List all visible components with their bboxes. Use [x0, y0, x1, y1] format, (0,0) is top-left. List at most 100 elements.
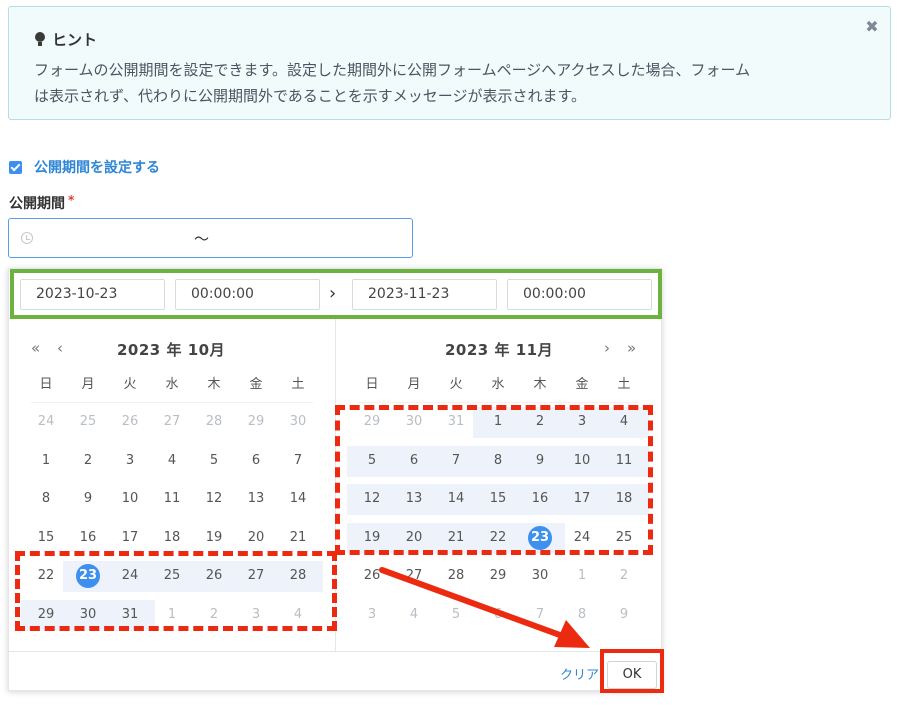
right-day-cell[interactable]: 2	[519, 411, 561, 433]
left-day-cell[interactable]: 9	[67, 488, 109, 510]
right-day-cell[interactable]: 28	[435, 565, 477, 587]
right-day-cell[interactable]: 11	[603, 450, 645, 472]
right-day-cell[interactable]: 1	[477, 411, 519, 433]
end-date-input[interactable]: 2023-11-23	[352, 279, 497, 310]
ok-button[interactable]: OK	[607, 661, 657, 689]
next-month-button[interactable]: ›	[604, 339, 610, 357]
right-day-cell[interactable]: 10	[561, 450, 603, 472]
right-day-cell[interactable]: 6	[393, 450, 435, 472]
next-year-button[interactable]: »	[627, 339, 636, 357]
right-day-cell[interactable]: 7	[519, 604, 561, 626]
left-day-cell[interactable]: 29	[235, 411, 277, 433]
right-day-cell[interactable]: 14	[435, 488, 477, 510]
right-day-cell[interactable]: 29	[477, 565, 519, 587]
right-day-cell[interactable]: 3	[351, 604, 393, 626]
prev-month-button[interactable]: ‹	[57, 339, 63, 357]
left-day-cell[interactable]: 15	[25, 527, 67, 549]
date-range-input[interactable]: 〜	[8, 218, 413, 258]
right-day-cell[interactable]: 24	[561, 527, 603, 549]
right-day-cell[interactable]: 9	[603, 604, 645, 626]
hint-line-1: フォームの公開期間を設定できます。設定した期間外に公開フォームページへアクセスし…	[34, 61, 751, 79]
public-period-checkbox-row[interactable]: 公開期間を設定する	[9, 157, 160, 177]
left-day-cell[interactable]: 28	[277, 565, 319, 587]
left-day-cell[interactable]: 18	[151, 527, 193, 549]
left-day-cell[interactable]: 1	[151, 604, 193, 626]
left-day-cell[interactable]: 22	[25, 565, 67, 587]
right-day-cell[interactable]: 26	[351, 565, 393, 587]
left-day-cell[interactable]: 24	[25, 411, 67, 433]
left-day-cell[interactable]: 19	[193, 527, 235, 549]
left-day-cell[interactable]: 4	[277, 604, 319, 626]
right-day-cell[interactable]: 5	[351, 450, 393, 472]
left-day-cell[interactable]: 26	[193, 565, 235, 587]
right-day-cell[interactable]: 20	[393, 527, 435, 549]
right-day-cell[interactable]: 29	[351, 411, 393, 433]
right-day-cell[interactable]: 1	[561, 565, 603, 587]
right-day-cell[interactable]: 16	[519, 488, 561, 510]
right-day-cell[interactable]: 5	[435, 604, 477, 626]
left-day-cell[interactable]: 25	[67, 411, 109, 433]
left-day-cell[interactable]: 12	[193, 488, 235, 510]
left-day-cell[interactable]: 11	[151, 488, 193, 510]
right-day-cell[interactable]: 12	[351, 488, 393, 510]
start-time-input[interactable]: 00:00:00	[175, 279, 320, 310]
left-day-cell[interactable]: 17	[109, 527, 151, 549]
left-day-cell[interactable]: 30	[67, 604, 109, 626]
left-day-cell[interactable]: 5	[193, 450, 235, 472]
checkbox-label[interactable]: 公開期間を設定する	[34, 157, 160, 177]
right-day-cell[interactable]: 4	[603, 411, 645, 433]
left-day-cell[interactable]: 23	[67, 565, 109, 587]
left-day-cell[interactable]: 2	[67, 450, 109, 472]
right-day-cell[interactable]: 30	[519, 565, 561, 587]
right-day-cell[interactable]: 27	[393, 565, 435, 587]
right-day-cell[interactable]: 23	[519, 527, 561, 549]
right-day-cell[interactable]: 30	[393, 411, 435, 433]
right-day-cell[interactable]: 21	[435, 527, 477, 549]
right-day-cell[interactable]: 6	[477, 604, 519, 626]
left-day-cell[interactable]: 28	[193, 411, 235, 433]
right-day-cell[interactable]: 15	[477, 488, 519, 510]
left-day-cell[interactable]: 30	[277, 411, 319, 433]
left-day-cell[interactable]: 16	[67, 527, 109, 549]
left-day-cell[interactable]: 13	[235, 488, 277, 510]
right-day-cell[interactable]: 9	[519, 450, 561, 472]
left-day-cell[interactable]: 14	[277, 488, 319, 510]
right-day-cell[interactable]: 25	[603, 527, 645, 549]
left-day-cell[interactable]: 31	[109, 604, 151, 626]
right-day-cell[interactable]: 22	[477, 527, 519, 549]
left-day-cell[interactable]: 1	[25, 450, 67, 472]
public-period-checkbox[interactable]	[9, 160, 22, 174]
start-date-input[interactable]: 2023-10-23	[20, 279, 165, 310]
close-icon[interactable]: ✖	[864, 19, 880, 35]
right-day-cell[interactable]: 8	[477, 450, 519, 472]
left-day-cell[interactable]: 4	[151, 450, 193, 472]
left-day-cell[interactable]: 21	[277, 527, 319, 549]
clear-button[interactable]: クリア	[560, 664, 599, 683]
left-day-cell[interactable]: 26	[109, 411, 151, 433]
right-day-cell[interactable]: 4	[393, 604, 435, 626]
left-day-cell[interactable]: 2	[193, 604, 235, 626]
right-day-cell[interactable]: 18	[603, 488, 645, 510]
right-day-cell[interactable]: 7	[435, 450, 477, 472]
left-day-cell[interactable]: 20	[235, 527, 277, 549]
right-day-cell[interactable]: 8	[561, 604, 603, 626]
left-day-cell[interactable]: 27	[235, 565, 277, 587]
left-day-cell[interactable]: 27	[151, 411, 193, 433]
left-day-cell[interactable]: 25	[151, 565, 193, 587]
left-day-cell[interactable]: 6	[235, 450, 277, 472]
prev-year-button[interactable]: «	[31, 339, 40, 357]
left-day-cell[interactable]: 8	[25, 488, 67, 510]
end-time-input[interactable]: 00:00:00	[507, 279, 652, 310]
left-day-cell[interactable]: 7	[277, 450, 319, 472]
left-day-cell[interactable]: 3	[235, 604, 277, 626]
right-day-cell[interactable]: 19	[351, 527, 393, 549]
right-day-cell[interactable]: 3	[561, 411, 603, 433]
right-day-cell[interactable]: 2	[603, 565, 645, 587]
right-day-cell[interactable]: 13	[393, 488, 435, 510]
left-day-cell[interactable]: 24	[109, 565, 151, 587]
right-day-cell[interactable]: 17	[561, 488, 603, 510]
left-day-cell[interactable]: 3	[109, 450, 151, 472]
right-day-cell[interactable]: 31	[435, 411, 477, 433]
left-day-cell[interactable]: 10	[109, 488, 151, 510]
left-day-cell[interactable]: 29	[25, 604, 67, 626]
